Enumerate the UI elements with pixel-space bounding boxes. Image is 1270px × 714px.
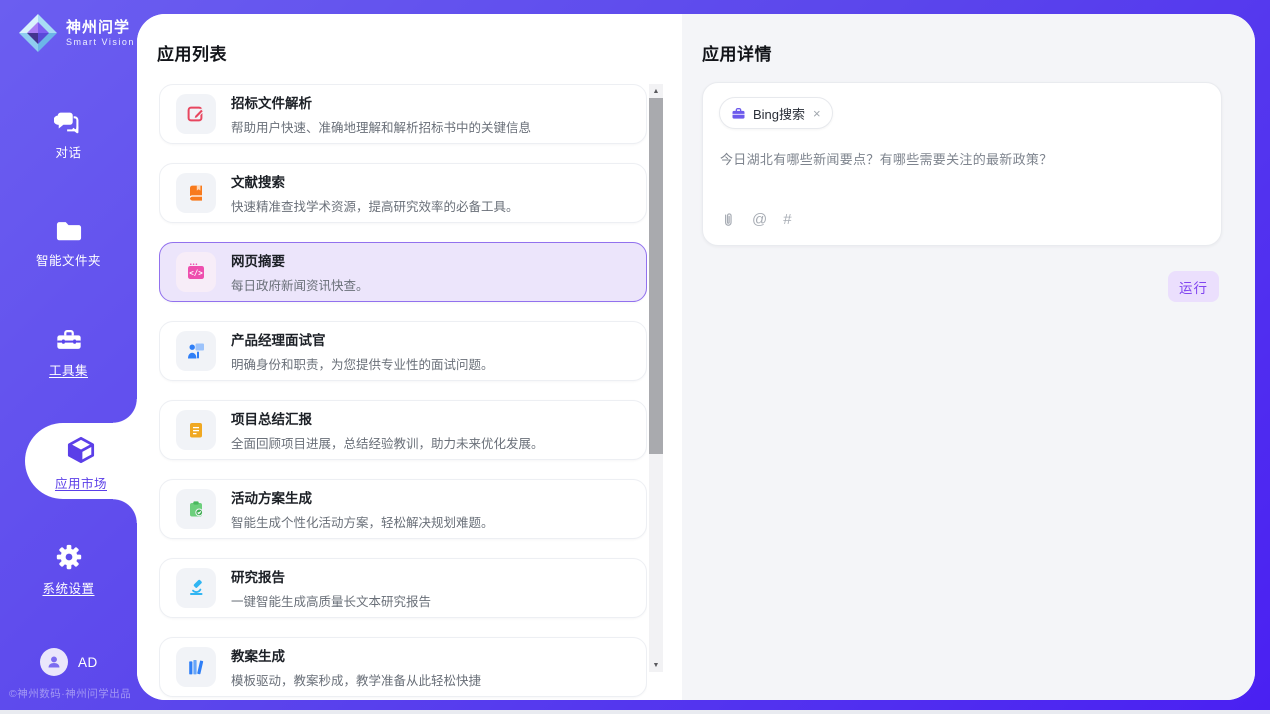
list-item-research-report[interactable]: 研究报告 一键智能生成高质量长文本研究报告 [159, 558, 647, 618]
notepad-icon [186, 420, 206, 440]
app-icon-box [176, 568, 216, 608]
clipboard-check-icon [186, 499, 206, 519]
list-item-lesson-plan[interactable]: 教案生成 模板驱动，教案秒成，教学准备从此轻松快捷 [159, 637, 647, 697]
app-text: 活动方案生成 智能生成个性化活动方案，轻松解决规划难题。 [231, 487, 494, 531]
main-content: 应用列表 招标文件解析 帮助用户快速、准确地理解和解析招标书中的关键信息 [137, 14, 1255, 700]
app-text: 文献搜索 快速精准查找学术资源，提高研究效率的必备工具。 [231, 171, 519, 215]
app-desc: 模板驱动，教案秒成，教学准备从此轻松快捷 [231, 670, 481, 689]
app-title: 招标文件解析 [231, 92, 531, 112]
app-desc: 明确身份和职责，为您提供专业性的面试问题。 [231, 354, 494, 373]
app-icon-box [176, 94, 216, 134]
app-title: 教案生成 [231, 645, 481, 665]
sidebar-item-settings[interactable]: 系统设置 [0, 542, 137, 597]
cube-icon [64, 433, 98, 467]
sidebar-item-app-market[interactable]: 应用市场 [25, 423, 137, 499]
sidebar-item-smart-folder[interactable]: 智能文件夹 [0, 218, 137, 269]
app-icon-box: </> [176, 252, 216, 292]
app-desc: 快速精准查找学术资源，提高研究效率的必备工具。 [231, 196, 519, 215]
sidebar-item-chat[interactable]: 对话 [0, 108, 137, 161]
app-icon-box [176, 647, 216, 687]
query-text: 今日湖北有哪些新闻要点？有哪些需要关注的最新政策？ [720, 149, 1205, 168]
scroll-down-icon[interactable]: ▼ [649, 658, 663, 672]
run-button[interactable]: 运行 [1168, 271, 1219, 302]
user-account[interactable]: AD [40, 648, 98, 676]
person-icon [45, 653, 63, 671]
hashtag-icon[interactable]: # [783, 211, 791, 229]
query-input[interactable]: Bing搜索 × 今日湖北有哪些新闻要点？有哪些需要关注的最新政策？ @ # [702, 82, 1222, 246]
sidebar-item-label: 智能文件夹 [0, 250, 137, 269]
sidebar-item-label: 对话 [0, 142, 137, 161]
app-desc: 每日政府新闻资讯快查。 [231, 275, 369, 294]
app-detail-title: 应用详情 [702, 40, 772, 65]
toolbox-icon [54, 326, 84, 354]
list-item-event-plan[interactable]: 活动方案生成 智能生成个性化活动方案，轻松解决规划难题。 [159, 479, 647, 539]
books-icon [186, 657, 206, 677]
brand-text: 神州问学 Smart Vision [66, 19, 135, 48]
window-bottom-edge [0, 710, 1270, 714]
app-title: 研究报告 [231, 566, 431, 586]
app-title: 活动方案生成 [231, 487, 494, 507]
app-text: 网页摘要 每日政府新闻资讯快查。 [231, 250, 369, 294]
folder-icon [54, 218, 84, 244]
app-title: 网页摘要 [231, 250, 369, 270]
app-icon-box [176, 489, 216, 529]
app-text: 项目总结汇报 全面回顾项目进展，总结经验教训，助力未来优化发展。 [231, 408, 544, 452]
web-code-icon: </> [186, 262, 206, 282]
composer-toolbar: @ # [720, 211, 792, 229]
app-detail-panel: 应用详情 Bing搜索 × 今日湖北有哪些新闻要点？有哪些需要关注的最新政策？ … [682, 14, 1255, 700]
diamond-logo-icon [18, 13, 58, 53]
list-item-web-summary[interactable]: </> 网页摘要 每日政府新闻资讯快查。 [159, 242, 647, 302]
list-item-bid-document-analysis[interactable]: 招标文件解析 帮助用户快速、准确地理解和解析招标书中的关键信息 [159, 84, 647, 144]
tool-chip-bing-search[interactable]: Bing搜索 × [719, 97, 833, 129]
brand-logo: 神州问学 Smart Vision [18, 13, 135, 53]
paperclip-icon[interactable] [720, 211, 736, 229]
list-item-pm-interviewer[interactable]: 产品经理面试官 明确身份和职责，为您提供专业性的面试问题。 [159, 321, 647, 381]
app-list-title: 应用列表 [157, 40, 227, 65]
edit-document-icon [186, 104, 206, 124]
list-scrollbar[interactable]: ▲ ▼ [649, 84, 663, 672]
app-icon-box [176, 173, 216, 213]
app-list-panel: 应用列表 招标文件解析 帮助用户快速、准确地理解和解析招标书中的关键信息 [137, 14, 682, 700]
app-icon-box [176, 331, 216, 371]
app-text: 教案生成 模板驱动，教案秒成，教学准备从此轻松快捷 [231, 645, 481, 689]
book-icon [186, 183, 206, 203]
chat-icon [54, 108, 84, 136]
gear-icon [54, 542, 84, 572]
microscope-icon [186, 578, 206, 598]
sidebar-item-toolset[interactable]: 工具集 [0, 326, 137, 379]
sidebar-item-label: 系统设置 [0, 578, 137, 597]
briefcase-icon [731, 106, 746, 121]
sidebar-item-label: 应用市场 [25, 473, 137, 492]
brand-name: 神州问学 [66, 19, 135, 37]
app-desc: 一键智能生成高质量长文本研究报告 [231, 591, 431, 610]
brand-subtitle: Smart Vision [66, 37, 135, 48]
scroll-up-icon[interactable]: ▲ [649, 84, 663, 98]
app-desc: 全面回顾项目进展，总结经验教训，助力未来优化发展。 [231, 433, 544, 452]
user-name: AD [78, 655, 98, 670]
app-text: 产品经理面试官 明确身份和职责，为您提供专业性的面试问题。 [231, 329, 494, 373]
copyright-text: ©神州数码·神州问学出品 [9, 686, 131, 701]
chip-close-icon[interactable]: × [813, 106, 821, 121]
presenter-icon [186, 341, 206, 361]
list-item-literature-search[interactable]: 文献搜索 快速精准查找学术资源，提高研究效率的必备工具。 [159, 163, 647, 223]
sidebar: 神州问学 Smart Vision 对话 智能文件夹 工具集 [0, 0, 137, 714]
list-item-project-summary[interactable]: 项目总结汇报 全面回顾项目进展，总结经验教训，助力未来优化发展。 [159, 400, 647, 460]
app-desc: 智能生成个性化活动方案，轻松解决规划难题。 [231, 512, 494, 531]
mention-icon[interactable]: @ [752, 211, 767, 229]
avatar [40, 648, 68, 676]
app-desc: 帮助用户快速、准确地理解和解析招标书中的关键信息 [231, 117, 531, 136]
app-text: 招标文件解析 帮助用户快速、准确地理解和解析招标书中的关键信息 [231, 92, 531, 136]
app-icon-box [176, 410, 216, 450]
app-text: 研究报告 一键智能生成高质量长文本研究报告 [231, 566, 431, 610]
app-title: 项目总结汇报 [231, 408, 544, 428]
app-title: 产品经理面试官 [231, 329, 494, 349]
app-title: 文献搜索 [231, 171, 519, 191]
sidebar-item-label: 工具集 [0, 360, 137, 379]
tool-chip-label: Bing搜索 [753, 104, 805, 123]
svg-text:</>: </> [189, 268, 203, 277]
app-list: 招标文件解析 帮助用户快速、准确地理解和解析招标书中的关键信息 文献搜索 快速精… [159, 84, 647, 700]
scrollbar-thumb[interactable] [649, 98, 663, 454]
